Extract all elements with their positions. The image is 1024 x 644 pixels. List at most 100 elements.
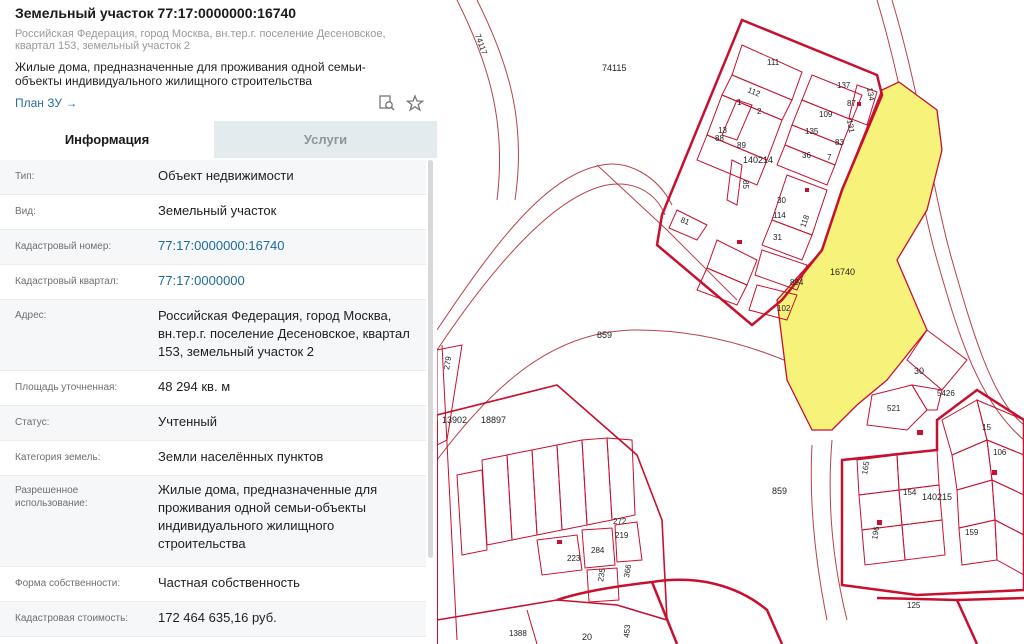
row-label: Адрес: [15,310,47,321]
row-label: Тип: [15,171,35,182]
map-label: 36 [802,151,811,160]
map-label: 74117 [473,33,489,57]
property-table: Тип: Объект недвижимости Вид: Земельный … [0,160,426,637]
row-label: Площадь уточненная: [15,382,118,393]
parcel-label: 16740 [830,267,855,277]
plan-link[interactable]: План ЗУ → [15,96,77,110]
tab-services[interactable]: Услуги [214,121,437,158]
map-label: 165 [860,460,871,475]
block-label: 140214 [743,155,773,165]
row-label: Форма собственности: [15,578,121,589]
table-row: Кадастровый номер: 77:17:0000000:16740 [0,230,426,265]
map-label: 125 [907,601,921,610]
map-label: 20 [582,632,592,642]
map-label: 7 [827,153,832,162]
row-value: Частная собственность [158,575,300,590]
table-row: Категория земель: Земли населённых пункт… [0,441,426,476]
map-canvas: 16740 140214 140215 74115 74117 859 859 … [437,0,1024,644]
row-label: Разрешенное использование: [15,485,88,509]
cadastral-number-link[interactable]: 77:17:0000000:16740 [158,237,413,255]
map-label: 159 [965,528,979,537]
map-label: 109 [819,110,833,119]
row-value: Российская Федерация, город Москва, вн.т… [158,308,410,359]
map-label: 83 [835,138,844,147]
map-label: 219 [615,531,629,540]
map-label: 30 [777,196,786,205]
row-value: Объект недвижимости [158,168,294,183]
map-label: 131 [845,119,856,134]
tab-bar: Информация Услуги [0,121,437,158]
map-label: 111 [767,58,780,67]
table-row: Форма собственности: Частная собственнос… [0,567,426,602]
map-label: 31 [773,233,782,242]
row-label: Статус: [15,417,50,428]
map-label: 453 [622,624,632,639]
map-label: 2 [757,107,762,116]
map-label: 154 [903,488,917,497]
page-title: Земельный участок 77:17:0000000:16740 [15,5,297,21]
map-label: 284 [591,546,605,555]
address-subtitle: Российская Федерация, город Москва, вн.т… [15,28,386,52]
map-label: 1 [737,98,742,107]
map-label: 15 [982,423,991,432]
table-row: Разрешенное использование: Жилые дома, п… [0,476,426,567]
map-label: 366 [622,563,633,578]
row-value: Учтенный [158,414,218,429]
row-label: Категория земель: [15,452,101,463]
row-value: 172 464 635,16 руб. [158,610,277,625]
map-label: 102 [777,304,791,313]
map-label: 272 [613,517,627,526]
row-value: 48 294 кв. м [158,379,231,394]
table-row: Статус: Учтенный [0,406,426,441]
map-label: 859 [597,330,612,340]
map-label: 134 [865,87,876,102]
map-label: 74115 [602,63,626,73]
row-label: Кадастровый номер: [15,241,112,252]
map-label: 135 [805,127,819,136]
map-label: 5426 [937,389,955,398]
scrollbar[interactable] [428,160,433,558]
map-label: 521 [887,404,901,413]
map-label: 81 [679,215,691,227]
table-row: Площадь уточненная: 48 294 кв. м [0,371,426,406]
map-label: 196 [870,525,881,540]
map-label: 112 [746,86,762,99]
map-label: 859 [772,486,787,496]
info-panel: Земельный участок 77:17:0000000:16740 Ро… [0,0,438,644]
map-label: 85 [741,180,750,189]
table-row: Адрес: Российская Федерация, город Москв… [0,300,426,371]
star-icon[interactable] [406,94,425,112]
row-value: Жилые дома, предназначенные для проживан… [158,482,378,551]
table-row: Тип: Объект недвижимости [0,160,426,195]
document-search-icon[interactable] [378,94,396,112]
map-label: 137 [837,81,851,90]
row-label: Кадастровая стоимость: [15,613,129,624]
map-label: 18897 [481,415,506,425]
table-row: Кадастровая стоимость: 172 464 635,16 ру… [0,602,426,637]
map-label: 235 [596,567,607,582]
map-label: 87 [847,99,856,108]
map-label: 1388 [509,629,527,638]
map-label: 88 [715,134,724,143]
map-label: 114 [773,211,786,220]
usage-description: Жилые дома, предназначенные для проживан… [15,60,366,88]
map-label: 279 [442,355,453,370]
table-row: Кадастровый квартал: 77:17:0000000 [0,265,426,300]
map-label: 13902 [442,415,467,425]
row-label: Вид: [15,206,36,217]
map-label: 30 [914,366,924,376]
map-label: 89 [737,141,746,150]
row-value: Земельный участок [158,203,277,218]
map-label: 106 [993,448,1007,457]
cadastral-quarter-link[interactable]: 77:17:0000000 [158,272,413,290]
cadastral-map[interactable]: 16740 140214 140215 74115 74117 859 859 … [437,0,1024,644]
row-label: Кадастровый квартал: [15,276,119,287]
map-label: 894 [790,278,804,287]
tab-info[interactable]: Информация [0,121,214,158]
table-row: Вид: Земельный участок [0,195,426,230]
map-label: 118 [798,213,811,229]
block-label: 140215 [922,492,952,502]
action-icons [372,94,425,117]
map-label: 223 [567,554,581,563]
row-value: Земли населённых пунктов [158,449,324,464]
